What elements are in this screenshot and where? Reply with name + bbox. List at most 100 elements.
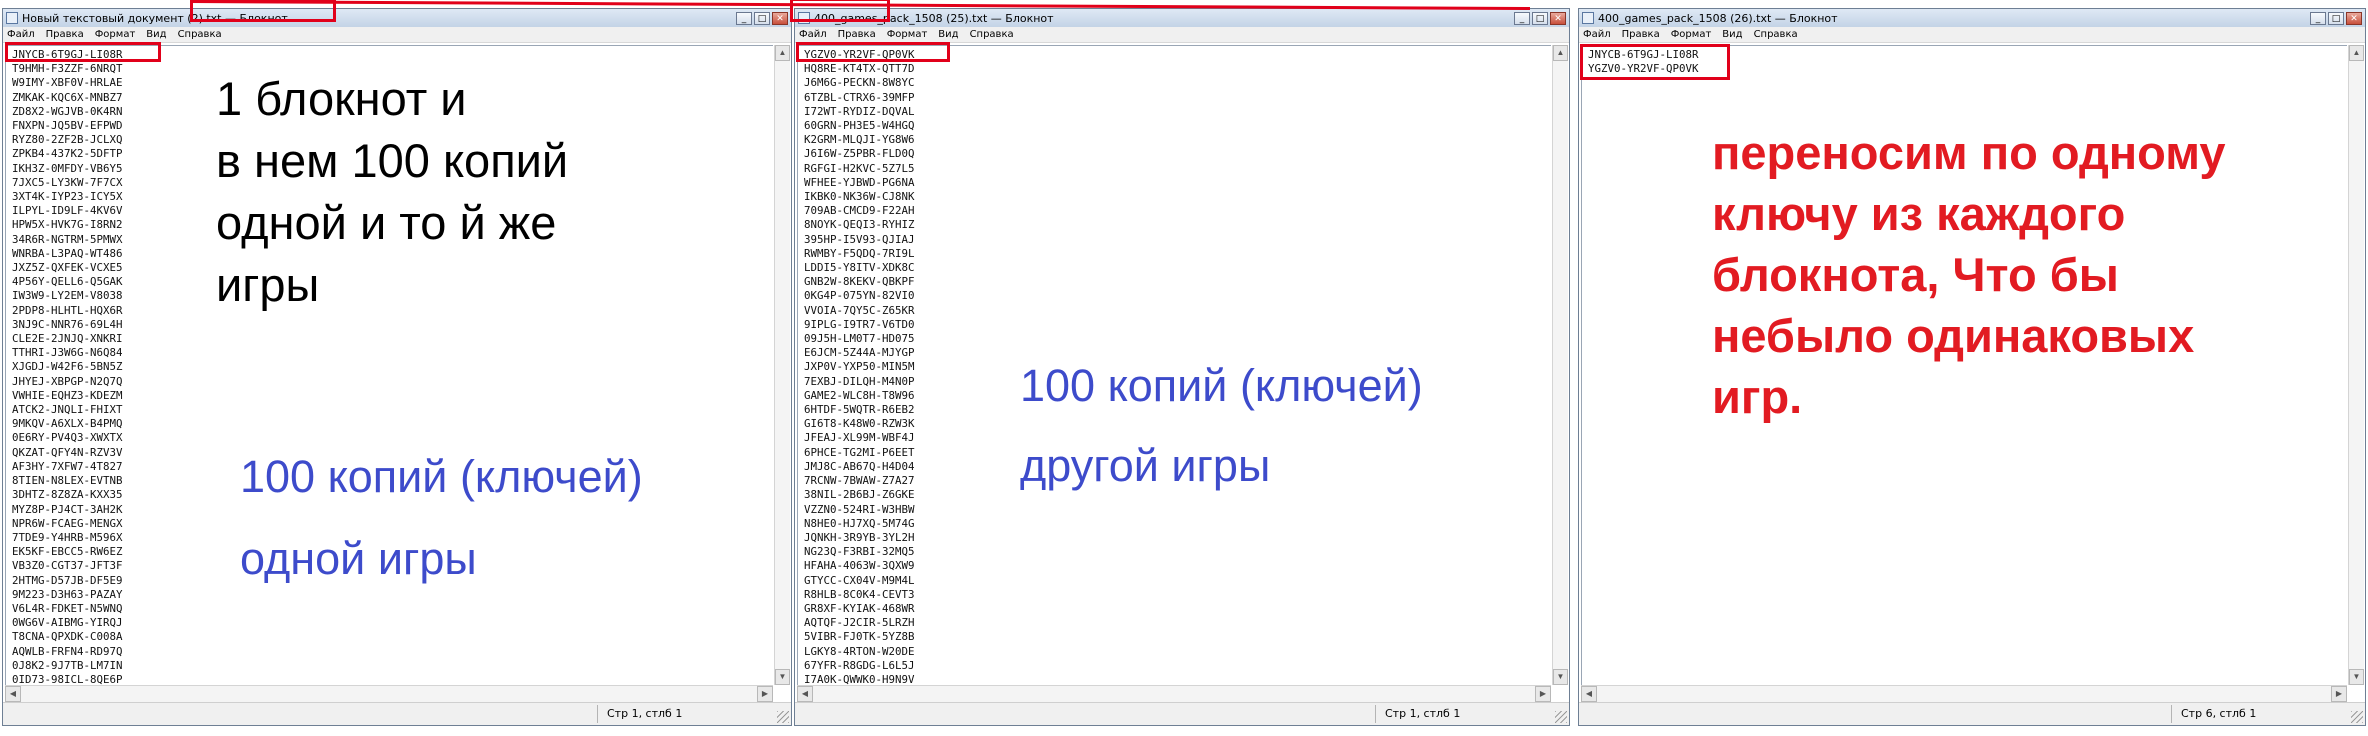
annotation-line: 100 копий (ключей) — [1020, 360, 1423, 411]
menu-file[interactable]: Файл — [7, 29, 35, 40]
title-bar[interactable]: 400_games_pack_1508 (25).txt — Блокнот _… — [795, 9, 1569, 27]
scroll-up-arrow-icon[interactable]: ▲ — [1553, 45, 1568, 61]
scroll-right-arrow-icon[interactable]: ▶ — [2331, 686, 2347, 702]
text-line: JHYEJ-XBPGP-N2Q7Q — [12, 374, 123, 388]
scroll-left-arrow-icon[interactable]: ◀ — [1581, 686, 1597, 702]
text-line: I72WT-RYDIZ-DQVAL — [804, 104, 915, 118]
close-button[interactable]: ✕ — [2346, 11, 2362, 25]
text-line: CLE2E-2JNJQ-XNKRI — [12, 332, 123, 346]
menu-format[interactable]: Формат — [95, 29, 136, 40]
annotation-transfer-instructions: переносим по одному ключу из каждого бло… — [1712, 122, 2226, 427]
scroll-down-arrow-icon[interactable]: ▼ — [1553, 669, 1568, 685]
text-line: GTYCC-CX04V-M9M4L — [804, 573, 915, 587]
red-highlight-key-left — [5, 42, 161, 62]
text-line: 0J8K2-9J7TB-LM7IN — [12, 658, 123, 672]
horizontal-scrollbar[interactable]: ◀ ▶ — [5, 685, 773, 702]
text-line: HQ8RE-KT4TX-QTT7D — [804, 62, 915, 76]
resize-grip-icon[interactable] — [777, 711, 789, 723]
vertical-scrollbar[interactable]: ▲ ▼ — [774, 45, 790, 685]
menu-help[interactable]: Справка — [178, 29, 222, 40]
menu-edit[interactable]: Правка — [838, 29, 876, 40]
status-separator — [1375, 705, 1376, 723]
text-line: K2GRM-MLQJI-YG8W6 — [804, 133, 915, 147]
menu-file[interactable]: Файл — [799, 29, 827, 40]
scroll-right-arrow-icon[interactable]: ▶ — [757, 686, 773, 702]
notepad-app-icon — [1582, 12, 1594, 24]
annotation-line: 100 копий (ключей) — [240, 451, 643, 502]
title-bar[interactable]: 400_games_pack_1508 (26).txt — Блокнот _… — [1579, 9, 2365, 27]
menu-view[interactable]: Вид — [1722, 29, 1742, 40]
vertical-scrollbar[interactable]: ▲ ▼ — [1552, 45, 1568, 685]
scroll-left-arrow-icon[interactable]: ◀ — [797, 686, 813, 702]
menu-format[interactable]: Формат — [887, 29, 928, 40]
text-line: VVOIA-7QY5C-Z65KR — [804, 303, 915, 317]
text-line: N8HE0-HJ7XQ-5M74G — [804, 516, 915, 530]
red-highlight-title-left — [190, 0, 336, 22]
text-line: JQNKH-3R9YB-3YL2H — [804, 530, 915, 544]
text-line: T8CNA-QPXDK-C008A — [12, 630, 123, 644]
menu-help[interactable]: Справка — [970, 29, 1014, 40]
text-line: VWHIE-EQHZ3-KDEZM — [12, 388, 123, 402]
minimize-button[interactable]: _ — [2310, 11, 2326, 25]
text-line: 709AB-CMCD9-F22AH — [804, 204, 915, 218]
resize-grip-icon[interactable] — [2351, 711, 2363, 723]
text-line: GR8XF-KYIAK-468WR — [804, 601, 915, 615]
minimize-button[interactable]: _ — [736, 11, 752, 25]
text-line: J6I6W-Z5PBR-FLD0Q — [804, 147, 915, 161]
text-line: J6M6G-PECKN-8W8YC — [804, 76, 915, 90]
status-bar: Стр 6, стлб 1 — [1579, 702, 2365, 725]
menu-view[interactable]: Вид — [146, 29, 166, 40]
scroll-up-arrow-icon[interactable]: ▲ — [2349, 45, 2364, 61]
text-line: 0KG4P-075YN-82VI0 — [804, 289, 915, 303]
annotation-100-keys-other-game: 100 копий (ключей) другой игры — [1020, 346, 1423, 506]
maximize-button[interactable]: □ — [2328, 11, 2344, 25]
annotation-line: переносим по одному — [1712, 126, 2226, 179]
text-line: XJGDJ-W42F6-5BN5Z — [12, 360, 123, 374]
menu-help[interactable]: Справка — [1754, 29, 1798, 40]
text-line: HFAHA-4063W-3QXW9 — [804, 559, 915, 573]
maximize-button[interactable]: □ — [1532, 11, 1548, 25]
minimize-button[interactable]: _ — [1514, 11, 1530, 25]
scroll-left-arrow-icon[interactable]: ◀ — [5, 686, 21, 702]
menu-edit[interactable]: Правка — [1622, 29, 1660, 40]
text-line: 5VIBR-FJ0TK-5YZ8B — [804, 630, 915, 644]
scroll-down-arrow-icon[interactable]: ▼ — [775, 669, 790, 685]
text-line: 60GRN-PH3E5-W4HGQ — [804, 119, 915, 133]
text-line: 3NJ9C-NNR76-69L4H — [12, 317, 123, 331]
window-title: Новый текстовый документ (2).txt — Блокн… — [22, 11, 288, 25]
title-bar[interactable]: Новый текстовый документ (2).txt — Блокн… — [3, 9, 791, 27]
close-button[interactable]: ✕ — [772, 11, 788, 25]
resize-grip-icon[interactable] — [1555, 711, 1567, 723]
text-line: 9MKQV-A6XLX-B4PMQ — [12, 417, 123, 431]
menu-edit[interactable]: Правка — [46, 29, 84, 40]
annotation-100-keys-one-game: 100 копий (ключей) одной игры — [240, 436, 643, 600]
red-highlight-title-middle — [790, 0, 890, 22]
annotation-line: ключу из каждого — [1712, 187, 2126, 240]
text-line: 6TZBL-CTRX6-39MFP — [804, 90, 915, 104]
text-line: LGKY8-4RTON-W20DE — [804, 644, 915, 658]
menu-bar: Файл Правка Формат Вид Справка — [3, 27, 791, 43]
maximize-button[interactable]: □ — [754, 11, 770, 25]
annotation-line: небыло одинаковых — [1712, 309, 2195, 362]
scroll-down-arrow-icon[interactable]: ▼ — [2349, 669, 2364, 685]
text-line: TTHRI-J3W6G-N6Q84 — [12, 346, 123, 360]
annotation-line: одной игры — [240, 533, 477, 584]
horizontal-scrollbar[interactable]: ◀ ▶ — [797, 685, 1551, 702]
text-line: RGFGI-H2KVC-5Z7L5 — [804, 161, 915, 175]
vertical-scrollbar[interactable]: ▲ ▼ — [2348, 45, 2364, 685]
annotation-line: игры — [216, 258, 320, 311]
menu-bar: Файл Правка Формат Вид Справка — [795, 27, 1569, 43]
annotation-line: в нем 100 копий — [216, 134, 569, 187]
cursor-position: Стр 6, стлб 1 — [2181, 707, 2257, 720]
cursor-position: Стр 1, стлб 1 — [607, 707, 683, 720]
menu-format[interactable]: Формат — [1671, 29, 1712, 40]
scroll-up-arrow-icon[interactable]: ▲ — [775, 45, 790, 61]
close-button[interactable]: ✕ — [1550, 11, 1566, 25]
text-line: 0ID73-98ICL-8QE6P — [12, 672, 123, 685]
horizontal-scrollbar[interactable]: ◀ ▶ — [1581, 685, 2347, 702]
annotation-line: одной и то й же — [216, 196, 557, 249]
menu-view[interactable]: Вид — [938, 29, 958, 40]
scroll-right-arrow-icon[interactable]: ▶ — [1535, 686, 1551, 702]
menu-file[interactable]: Файл — [1583, 29, 1611, 40]
status-bar: Стр 1, стлб 1 — [3, 702, 791, 725]
